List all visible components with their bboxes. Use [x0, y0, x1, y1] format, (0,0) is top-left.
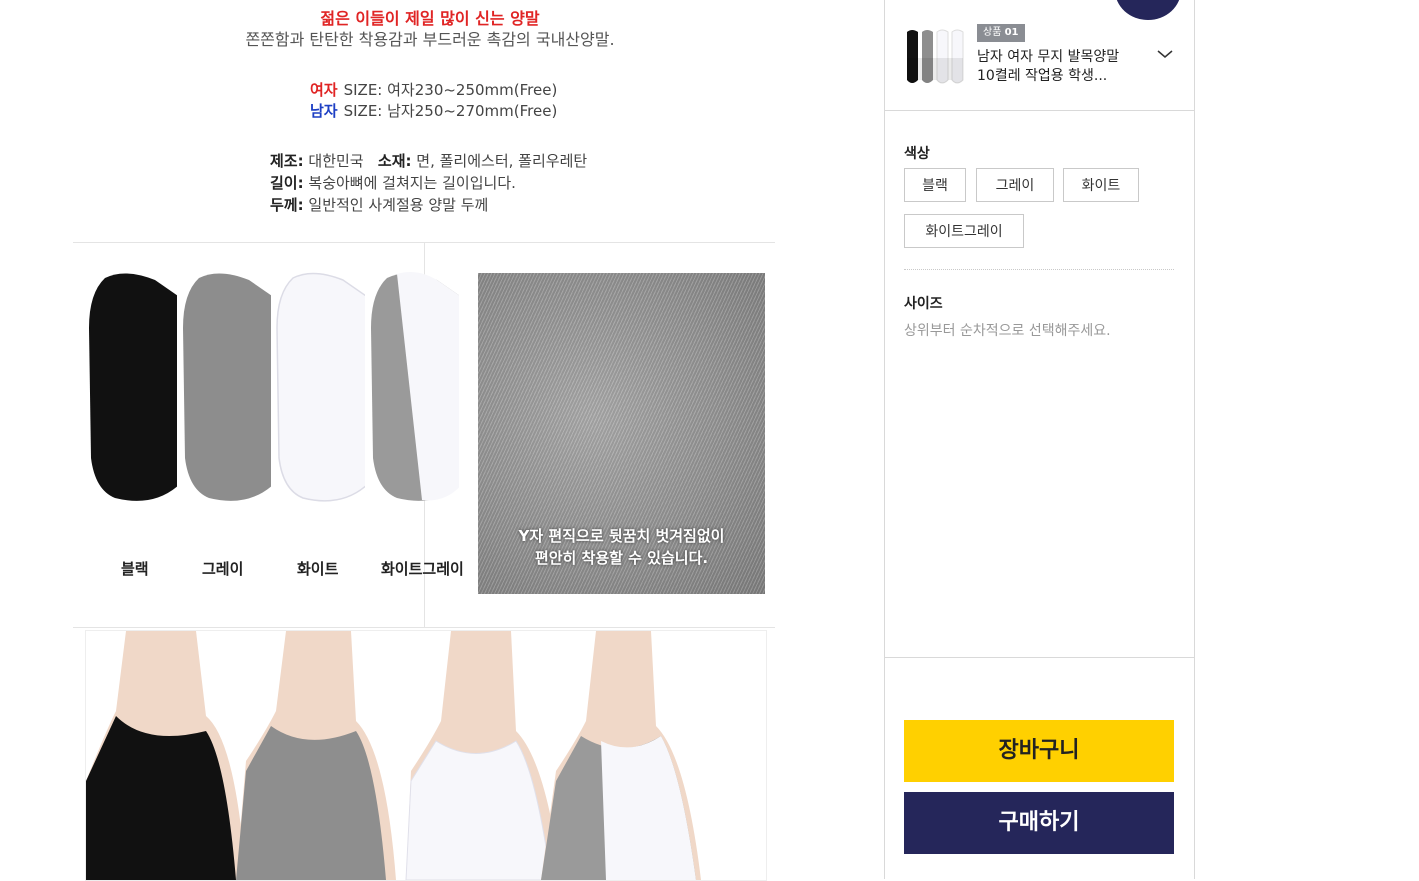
- knit-caption-line2: 편안히 착용할 수 있습니다.: [534, 549, 709, 567]
- size-label-female: 여자: [310, 81, 338, 99]
- spec-row-length: 길이: 복숭아뼈에 걸쳐지는 길이입니다.: [270, 172, 587, 194]
- color-option-white-gray[interactable]: 화이트그레이: [904, 214, 1024, 248]
- socks-color-image: [85, 268, 475, 508]
- spec-info: 제조: 대한민국 소재: 면, 폴리에스터, 폴리우레탄 길이: 복숭아뼈에 걸…: [270, 150, 587, 216]
- size-option-label: 사이즈: [904, 296, 943, 312]
- option-divider: [904, 269, 1174, 270]
- product-tag-prefix: 상품: [983, 27, 1002, 38]
- color-label-gray: 그레이: [202, 560, 244, 578]
- color-label-black: 블랙: [121, 560, 149, 578]
- product-number-tag: 상품 01: [977, 24, 1025, 42]
- color-option-white[interactable]: 화이트: [1063, 168, 1139, 202]
- color-option-label: 색상: [904, 146, 930, 162]
- size-label-male: 남자: [310, 102, 338, 120]
- knit-caption: Y자 편직으로 뒷꿈치 벗겨짐없이 편안히 착용할 수 있습니다.: [478, 525, 765, 569]
- buy-now-button[interactable]: 구매하기: [904, 792, 1174, 854]
- sock-black-image: [85, 268, 181, 503]
- spec-thickness-value: 일반적인 사계절용 양말 두께: [308, 196, 489, 214]
- selected-product[interactable]: 상품 01 남자 여자 무지 발목양말 10켤레 작업용 학생...: [885, 0, 1194, 111]
- color-option-gray[interactable]: 그레이: [976, 168, 1054, 202]
- color-label-white: 화이트: [297, 560, 339, 578]
- spec-made-label: 제조:: [270, 152, 304, 170]
- sock-white-image: [273, 268, 370, 503]
- spec-material-value: 면, 폴리에스터, 폴리우레탄: [416, 152, 588, 170]
- spec-length-value: 복숭아뼈에 걸쳐지는 길이입니다.: [308, 174, 516, 192]
- product-name: 남자 여자 무지 발목양말 10켤레 작업용 학생...: [977, 49, 1120, 84]
- size-text-female: SIZE: 여자230~250mm(Free): [343, 81, 558, 99]
- spec-material-label: 소재:: [377, 152, 412, 170]
- panel-divider: [885, 657, 1194, 658]
- spec-row-thickness: 두께: 일반적인 사계절용 양말 두께: [270, 194, 587, 216]
- knit-closeup-image: Y자 편직으로 뒷꿈치 벗겨짐없이 편안히 착용할 수 있습니다.: [478, 273, 765, 594]
- knit-caption-line1: Y자 편직으로 뒷꿈치 벗겨짐없이: [518, 527, 725, 545]
- color-option-black[interactable]: 블랙: [904, 168, 966, 202]
- purchase-panel: 상품 01 남자 여자 무지 발목양말 10켤레 작업용 학생... 색상 블랙…: [884, 0, 1195, 879]
- add-to-cart-button[interactable]: 장바구니: [904, 720, 1174, 782]
- chevron-down-icon[interactable]: [1155, 44, 1175, 64]
- sock-white-gray-image: [367, 268, 463, 503]
- detail-description: 쫀쫀함과 탄탄한 착용감과 부드러운 촉감의 국내산양말.: [245, 30, 615, 49]
- worn-socks-image: [85, 630, 767, 881]
- size-info: 여자 SIZE: 여자230~250mm(Free) 남자 SIZE: 남자250~…: [310, 80, 557, 122]
- product-thumbnail: [904, 24, 966, 86]
- spec-row-made-material: 제조: 대한민국 소재: 면, 폴리에스터, 폴리우레탄: [270, 150, 587, 172]
- color-label-white-gray: 화이트그레이: [381, 560, 464, 578]
- product-tag-number: 01: [1004, 27, 1019, 38]
- size-row-female: 여자 SIZE: 여자230~250mm(Free): [310, 80, 557, 101]
- spec-thickness-label: 두께:: [270, 196, 304, 214]
- spec-length-label: 길이:: [270, 174, 304, 192]
- product-detail-content: 젊은 이들이 제일 많이 신는 양말 쫀쫀함과 탄탄한 착용감과 부드러운 촉감…: [0, 0, 860, 881]
- size-row-male: 남자 SIZE: 남자250~270mm(Free): [310, 101, 557, 122]
- size-text-male: SIZE: 남자250~270mm(Free): [343, 102, 558, 120]
- sock-gray-image: [179, 268, 275, 503]
- spec-made-value: 대한민국: [308, 152, 364, 170]
- size-option-hint: 상위부터 순차적으로 선택해주세요.: [904, 323, 1111, 339]
- divider-bottom: [73, 627, 775, 628]
